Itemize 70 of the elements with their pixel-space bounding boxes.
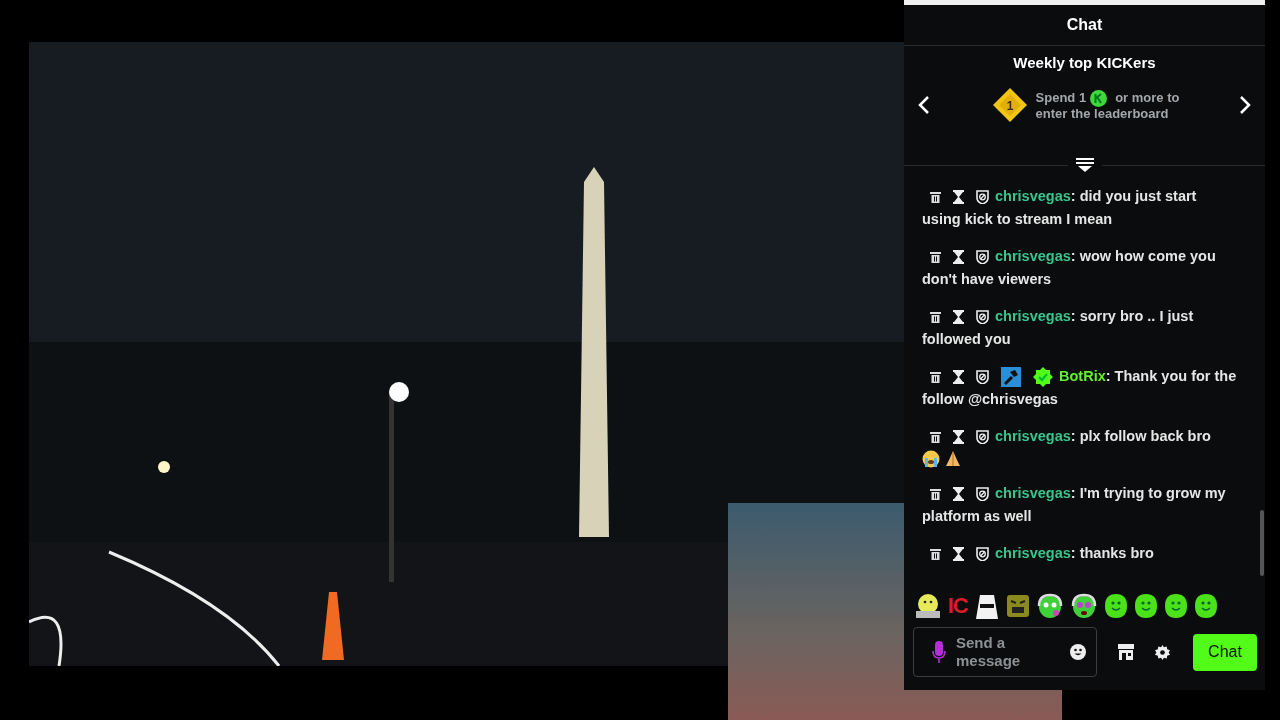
blob-face-icon[interactable] [1164,593,1188,619]
chevron-left-icon[interactable] [918,95,930,115]
message-input[interactable]: Send a message [956,634,1060,670]
username[interactable]: chrisvegas [995,245,1071,268]
angry-face-icon[interactable] [1006,594,1030,618]
message-text: don't have viewers [922,270,1052,289]
leaderboard-hint: or more to [1115,91,1180,105]
message-text: : thanks bro [1070,544,1154,563]
username[interactable]: BotRix [1059,365,1106,388]
message-text: : wow how come you [1070,247,1216,266]
collapse-icon[interactable] [1075,158,1094,172]
message-text: : sorry bro .. I just [1070,307,1194,326]
username[interactable]: chrisvegas [995,425,1071,448]
shield-icon[interactable] [976,429,989,444]
message-text: using kick to stream I mean [922,210,1113,229]
chat-title: Chat [1066,16,1103,34]
chevron-right-icon[interactable] [1239,95,1251,115]
trash-icon[interactable] [930,487,941,500]
hourglass-icon[interactable] [953,486,964,501]
kick-coin-icon [1090,89,1108,107]
message-text: platform as well [922,507,1032,526]
microphone-icon[interactable] [932,641,946,663]
shield-icon[interactable] [976,189,989,204]
message-text: : I'm trying to grow my [1070,484,1226,503]
scrollbar-thumb[interactable] [1260,510,1264,576]
emote-text[interactable]: IC [948,593,968,619]
leaderboard-hint: Spend 1 [1035,91,1087,105]
verified-check-icon [1033,366,1053,387]
message-text: : did you just start [1070,187,1197,206]
blob-face-icon[interactable] [1194,593,1218,619]
headphones-face-icon[interactable] [1070,592,1098,620]
hourglass-icon[interactable] [953,369,964,384]
message-field[interactable]: Send a message [913,627,1097,677]
storefront-icon[interactable] [1117,643,1135,661]
send-chat-button[interactable]: Chat [1193,633,1257,671]
trash-icon[interactable] [930,430,941,443]
hourglass-icon[interactable] [953,309,964,324]
trash-icon[interactable] [930,190,941,203]
trash-icon[interactable] [930,547,941,560]
hourglass-icon[interactable] [953,546,964,561]
trash-icon[interactable] [930,310,941,323]
leaderboard-title: Weekly top KICKers [1013,54,1156,71]
message-text: : plx follow back bro [1070,427,1211,446]
rank-number: 1 [1006,99,1013,113]
shield-icon[interactable] [976,309,989,324]
blob-face-icon[interactable] [1134,593,1158,619]
settings-icon[interactable] [1155,644,1170,660]
smiley-icon[interactable] [1070,644,1086,660]
message-text: : Thank you for the [1105,367,1237,386]
trash-icon[interactable] [930,250,941,263]
username[interactable]: chrisvegas [995,305,1071,328]
face-emote-icon[interactable] [914,593,942,619]
username[interactable]: chrisvegas [995,185,1071,208]
shield-icon[interactable] [976,249,989,264]
hourglass-icon[interactable] [953,189,964,204]
hourglass-icon[interactable] [953,249,964,264]
username[interactable]: chrisvegas [995,482,1071,505]
message-text: follow @chrisvegas [922,390,1058,409]
message-text: followed you [922,330,1011,349]
crying-face-icon [922,450,940,468]
shield-icon[interactable] [976,369,989,384]
shield-icon[interactable] [976,546,989,561]
leaderboard-hint: enter the leaderboard [1035,106,1170,121]
headphones-face-icon[interactable] [1036,592,1064,620]
trash-icon[interactable] [930,370,941,383]
hammer-icon [1001,366,1021,387]
username[interactable]: chrisvegas [995,542,1071,565]
shield-icon[interactable] [976,486,989,501]
hourglass-icon[interactable] [953,429,964,444]
blob-face-icon[interactable] [1104,593,1128,619]
